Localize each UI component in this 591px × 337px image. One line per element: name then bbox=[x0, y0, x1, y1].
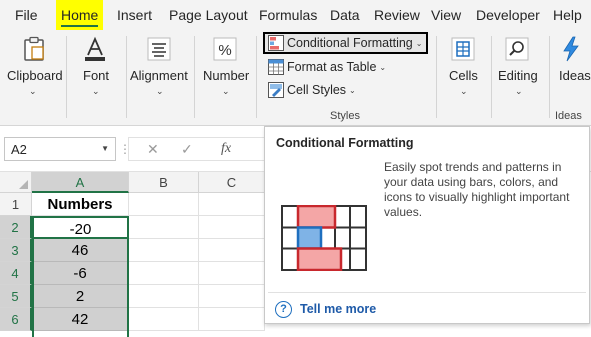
cell-c6[interactable] bbox=[199, 308, 265, 331]
conditional-formatting-tooltip: Conditional Formatting Easily spot trend… bbox=[264, 126, 590, 324]
select-all-corner[interactable] bbox=[0, 172, 32, 193]
lightning-icon bbox=[563, 36, 579, 62]
font-a-icon bbox=[85, 36, 105, 61]
cell-a6[interactable]: 42 bbox=[32, 308, 129, 331]
cell-b1[interactable] bbox=[129, 193, 199, 216]
ribbon: Clipboard ⌄ Font ⌄ Alignment ⌄ % Number … bbox=[0, 30, 591, 126]
cell-b3[interactable] bbox=[129, 239, 199, 262]
cell-c4[interactable] bbox=[199, 262, 265, 285]
clipboard-group[interactable]: Clipboard ⌄ bbox=[0, 30, 66, 126]
font-group[interactable]: Font ⌄ bbox=[67, 30, 125, 126]
cells-label: Cells bbox=[449, 68, 478, 83]
svg-text:%: % bbox=[218, 42, 231, 59]
styles-group-label: Styles bbox=[330, 110, 360, 122]
cell-b2[interactable] bbox=[129, 216, 199, 239]
tab-insert[interactable]: Insert bbox=[117, 0, 152, 30]
cell-a5[interactable]: 2 bbox=[32, 285, 129, 308]
chevron-down-icon: ⌄ bbox=[156, 86, 164, 96]
font-label: Font bbox=[83, 68, 110, 83]
cell-c5[interactable] bbox=[199, 285, 265, 308]
ribbon-tab-bar: File Home Insert Page Layout Formulas Da… bbox=[0, 0, 591, 30]
editing-group[interactable]: Editing ⌄ bbox=[492, 30, 548, 126]
tooltip-title: Conditional Formatting bbox=[276, 136, 414, 150]
conditional-formatting-button[interactable]: Conditional Formatting ⌄ bbox=[263, 32, 429, 54]
row-header-3[interactable]: 3 bbox=[0, 239, 32, 262]
cell-a2[interactable]: -20 bbox=[32, 216, 129, 239]
insert-function-icon[interactable]: fx bbox=[221, 141, 231, 157]
name-box[interactable]: A2 ▼ bbox=[4, 137, 116, 161]
chevron-down-icon: ⌄ bbox=[222, 86, 230, 96]
tab-page-layout[interactable]: Page Layout bbox=[169, 0, 248, 30]
name-box-value: A2 bbox=[11, 142, 27, 157]
row-header-2[interactable]: 2 bbox=[0, 216, 32, 239]
format-as-table-icon bbox=[268, 59, 284, 75]
help-question-icon[interactable]: ? bbox=[275, 301, 292, 318]
cell-styles-label: Cell Styles bbox=[287, 83, 347, 97]
chevron-down-icon: ⌄ bbox=[29, 86, 37, 96]
cell-c1[interactable] bbox=[199, 193, 265, 216]
number-label: Number bbox=[203, 68, 250, 83]
cell-a3[interactable]: 46 bbox=[32, 239, 129, 262]
cell-c3[interactable] bbox=[199, 239, 265, 262]
worksheet-grid: A B C 1 2 3 4 5 6 Numbers -20 46 -6 2 42 bbox=[0, 172, 265, 337]
tab-file[interactable]: File bbox=[15, 0, 38, 30]
align-lines-icon bbox=[147, 37, 171, 61]
cell-b6[interactable] bbox=[129, 308, 199, 331]
conditional-formatting-illustration bbox=[281, 205, 367, 271]
chevron-down-icon: ⌄ bbox=[515, 86, 523, 96]
ideas-button[interactable]: Ideas Ideas bbox=[550, 30, 591, 126]
column-header-a[interactable]: A bbox=[32, 172, 129, 193]
cells-grid-icon bbox=[451, 37, 475, 61]
clipboard-label: Clipboard bbox=[7, 68, 63, 83]
row-header-1[interactable]: 1 bbox=[0, 193, 32, 216]
conditional-formatting-label: Conditional Formatting bbox=[287, 36, 413, 50]
cell-b4[interactable] bbox=[129, 262, 199, 285]
row-header-4[interactable]: 4 bbox=[0, 262, 32, 285]
cell-styles-icon bbox=[268, 82, 284, 98]
conditional-formatting-icon bbox=[268, 35, 284, 51]
enter-check-icon[interactable]: ✓ bbox=[181, 141, 193, 158]
tooltip-description: Easily spot trends and patterns in your … bbox=[384, 160, 570, 219]
cell-a4[interactable]: -6 bbox=[32, 262, 129, 285]
alignment-label: Alignment bbox=[130, 68, 188, 83]
row-header-5[interactable]: 5 bbox=[0, 285, 32, 308]
cell-a1[interactable]: Numbers bbox=[32, 193, 129, 216]
tab-formulas[interactable]: Formulas bbox=[259, 0, 317, 30]
ribbon-divider bbox=[256, 36, 257, 118]
chevron-down-icon: ⌄ bbox=[349, 85, 356, 95]
row-header-6[interactable]: 6 bbox=[0, 308, 32, 331]
editing-label: Editing bbox=[498, 68, 538, 83]
column-header-c[interactable]: C bbox=[199, 172, 265, 193]
cell-b5[interactable] bbox=[129, 285, 199, 308]
tab-data[interactable]: Data bbox=[330, 0, 360, 30]
chevron-down-icon: ⌄ bbox=[460, 86, 468, 96]
tab-review[interactable]: Review bbox=[374, 0, 420, 30]
chevron-down-icon: ⌄ bbox=[415, 38, 423, 48]
ideas-label: Ideas bbox=[559, 68, 591, 83]
column-header-b[interactable]: B bbox=[129, 172, 199, 193]
format-as-table-label: Format as Table bbox=[287, 60, 377, 74]
chevron-down-icon: ⌄ bbox=[92, 86, 100, 96]
number-group[interactable]: % Number ⌄ bbox=[195, 30, 255, 126]
cell-styles-button[interactable]: Cell Styles ⌄ bbox=[265, 79, 356, 101]
tell-me-more-link[interactable]: Tell me more bbox=[300, 302, 376, 316]
tooltip-divider bbox=[268, 292, 586, 293]
clipboard-icon bbox=[24, 36, 44, 61]
cell-c2[interactable] bbox=[199, 216, 265, 239]
ideas-group-label: Ideas bbox=[555, 110, 582, 122]
chevron-down-icon: ⌄ bbox=[379, 62, 387, 72]
chevron-down-icon[interactable]: ▼ bbox=[101, 144, 109, 153]
formula-buttons: ✕ ✓ fx bbox=[128, 137, 265, 161]
alignment-group[interactable]: Alignment ⌄ bbox=[127, 30, 193, 126]
magnifier-icon bbox=[505, 37, 529, 61]
tab-view[interactable]: View bbox=[431, 0, 461, 30]
tab-home[interactable]: Home bbox=[56, 0, 104, 30]
cancel-icon[interactable]: ✕ bbox=[147, 141, 159, 158]
format-as-table-button[interactable]: Format as Table ⌄ bbox=[265, 56, 386, 78]
tab-developer[interactable]: Developer bbox=[476, 0, 540, 30]
cells-group[interactable]: Cells ⌄ bbox=[437, 30, 491, 126]
tab-help[interactable]: Help bbox=[553, 0, 582, 30]
percent-icon: % bbox=[213, 37, 237, 61]
